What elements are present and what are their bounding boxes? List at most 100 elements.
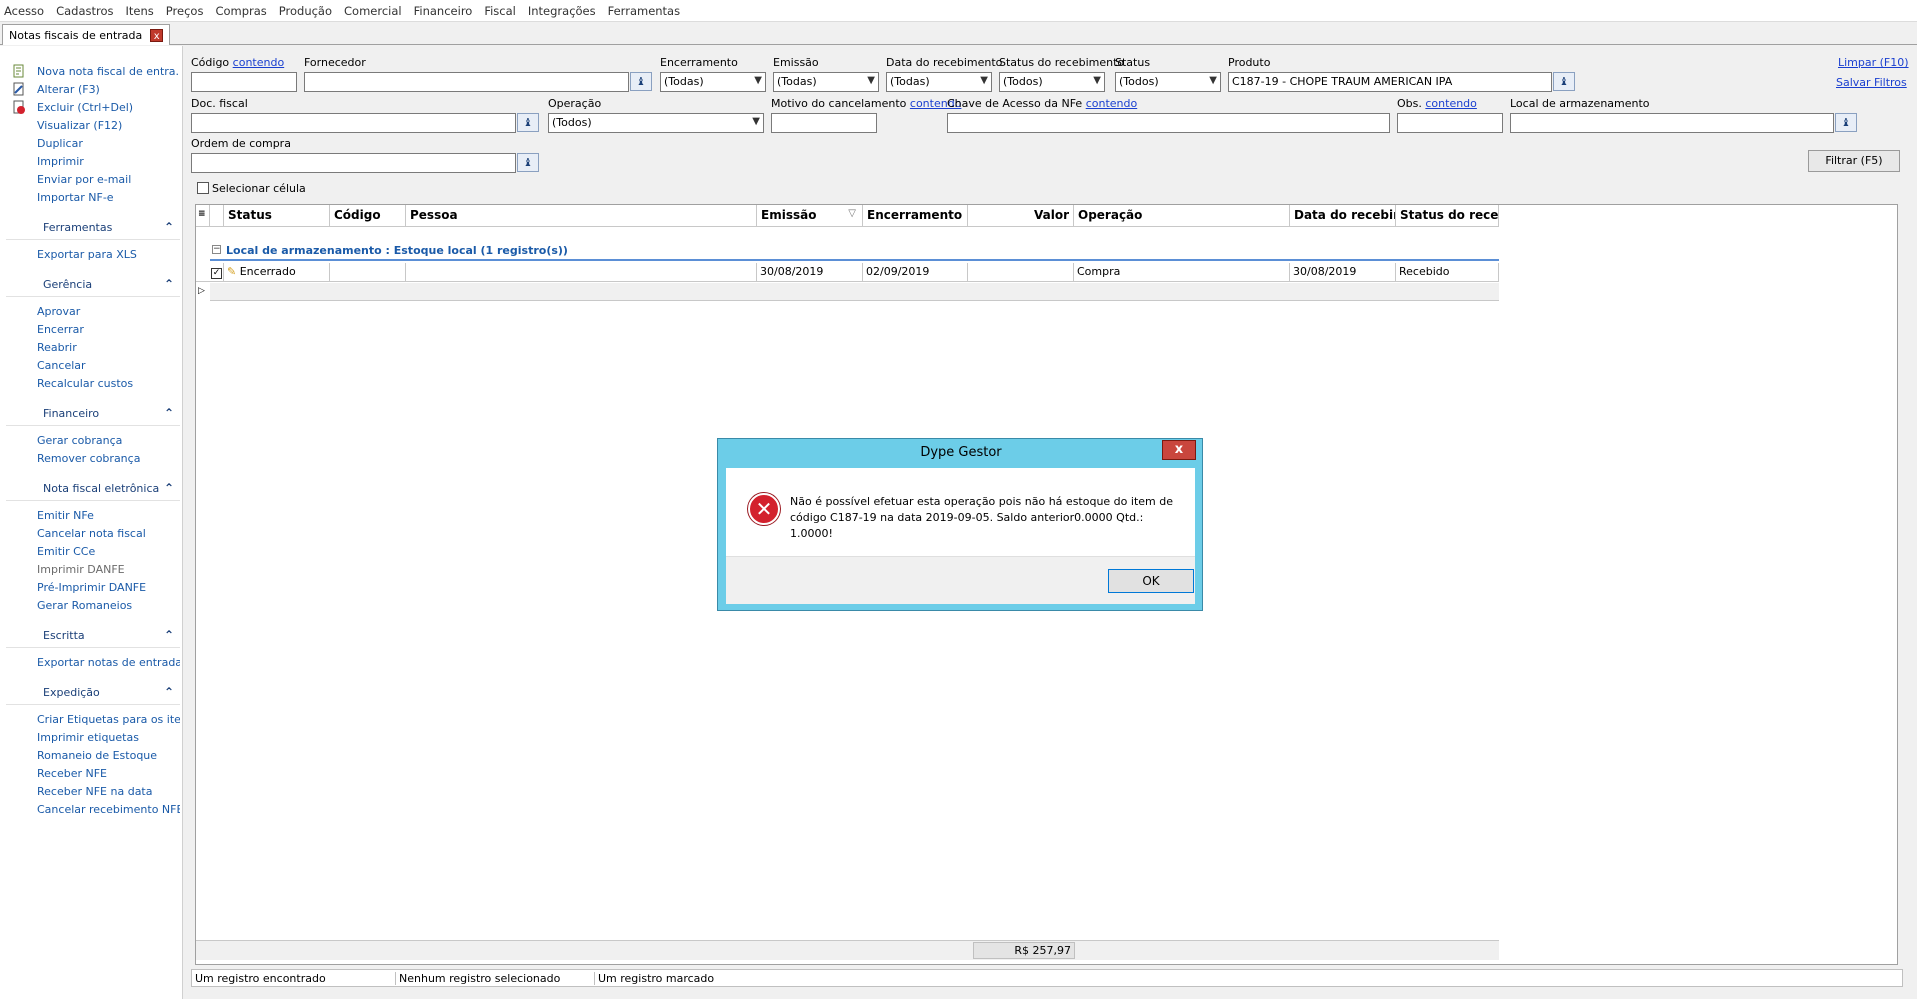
obs-input[interactable] [1397,113,1503,133]
sidebar-section-escritta[interactable]: Escritta ⌃ [6,626,180,648]
row-check-cell[interactable]: ✓ [210,263,224,282]
col-status[interactable]: Status [224,205,330,227]
menu-itens[interactable]: Itens [126,4,154,18]
tab-notas-fiscais[interactable]: Notas fiscais de entrada x [2,24,171,45]
sidebar-item-pre-imprimir-danfe[interactable]: Pré-Imprimir DANFE [37,581,180,594]
sidebar-item-duplicar[interactable]: Duplicar [37,137,180,150]
sidebar-section-expedicao[interactable]: Expedição ⌃ [6,683,180,705]
ordem-compra-input[interactable] [191,153,516,173]
grid-corner-icon[interactable]: ≡ [196,205,210,227]
table-row[interactable]: ✓ ✎ Encerrado 30/08/2019 02/09/2019 Comp… [196,263,1499,282]
sidebar-item-cancelar-nota[interactable]: Cancelar nota fiscal [37,527,180,540]
produto-search-icon[interactable]: ♝ [1553,72,1575,91]
ordem-compra-search-icon[interactable]: ♝ [517,153,539,172]
motivo-input[interactable] [771,113,877,133]
sidebar-item-criar-etiquetas[interactable]: Criar Etiquetas para os ite... [37,713,180,726]
col-encerramento[interactable]: Encerramento [863,205,968,227]
sidebar-section-nfe[interactable]: Nota fiscal eletrônica ⌃ [6,479,180,501]
emissao-select[interactable]: (Todas) ▼ [773,72,879,92]
salvar-filtros-link[interactable]: Salvar Filtros [1836,76,1907,89]
close-icon[interactable]: x [1162,440,1196,460]
col-operacao[interactable]: Operação [1074,205,1290,227]
sidebar-item-excluir[interactable]: Excluir (Ctrl+Del) [37,101,180,114]
col-data-receb[interactable]: Data do recebir [1290,205,1396,227]
col-valor[interactable]: Valor [968,205,1074,227]
sidebar-item-recalcular-custos[interactable]: Recalcular custos [37,377,180,390]
sidebar-item-exportar-xls[interactable]: Exportar para XLS [37,248,180,261]
menu-acesso[interactable]: Acesso [4,4,44,18]
sidebar-section-gerencia[interactable]: Gerência ⌃ [6,275,180,297]
tab-close-icon[interactable]: x [150,28,164,42]
sidebar-item-nova-nota[interactable]: Nova nota fiscal de entra... [37,65,180,78]
sidebar-section-ferramentas[interactable]: Ferramentas ⌃ [6,218,180,240]
limpar-filtros-link[interactable]: Limpar (F10) [1838,56,1909,69]
chevron-up-icon[interactable]: ⌃ [164,406,174,420]
data-receb-select[interactable]: (Todas) ▼ [886,72,992,92]
sidebar-item-emitir-cce[interactable]: Emitir CCe [37,545,180,558]
col-pessoa[interactable]: Pessoa [406,205,757,227]
sidebar-item-exportar-notas[interactable]: Exportar notas de entrada [37,656,180,669]
status-receb-select[interactable]: (Todos) ▼ [999,72,1105,92]
sidebar-section-financeiro[interactable]: Financeiro ⌃ [6,404,180,426]
sidebar-item-encerrar[interactable]: Encerrar [37,323,180,336]
local-search-icon[interactable]: ♝ [1835,113,1857,132]
fornecedor-search-icon[interactable]: ♝ [630,72,652,91]
filtrar-button[interactable]: Filtrar (F5) [1808,150,1900,172]
sidebar-item-importar-nfe[interactable]: Importar NF-e [37,191,180,204]
chave-input[interactable] [947,113,1390,133]
sidebar-item-aprovar[interactable]: Aprovar [37,305,180,318]
sidebar-item-gerar-cobranca[interactable]: Gerar cobrança [37,434,180,447]
chevron-up-icon[interactable]: ⌃ [164,277,174,291]
col-status-receb[interactable]: Status do recel [1396,205,1499,227]
doc-fiscal-search-icon[interactable]: ♝ [517,113,539,132]
sidebar-item-enviar-email[interactable]: Enviar por e-mail [37,173,180,186]
chevron-up-icon[interactable]: ⌃ [164,481,174,495]
menu-comercial[interactable]: Comercial [344,4,402,18]
chevron-up-icon[interactable]: ⌃ [164,628,174,642]
obs-contendo-link[interactable]: contendo [1425,97,1477,110]
menu-cadastros[interactable]: Cadastros [56,4,113,18]
menu-precos[interactable]: Preços [166,4,204,18]
sidebar-item-emitir-nfe[interactable]: Emitir NFe [37,509,180,522]
sidebar-item-cancelar[interactable]: Cancelar [37,359,180,372]
col-emissao[interactable]: Emissão ▽ [757,205,863,227]
status-select[interactable]: (Todos) ▼ [1115,72,1221,92]
menu-producao[interactable]: Produção [279,4,332,18]
sidebar-item-imprimir[interactable]: Imprimir [37,155,180,168]
selecionar-celula-checkbox[interactable] [197,182,209,194]
sidebar-item-gerar-romaneios[interactable]: Gerar Romaneios [37,599,180,612]
check-icon[interactable]: ✓ [211,268,222,279]
chave-contendo-link[interactable]: contendo [1086,97,1138,110]
chevron-up-icon[interactable]: ⌃ [164,220,174,234]
ok-button[interactable]: OK [1108,569,1194,593]
encerramento-select[interactable]: (Todas) ▼ [660,72,766,92]
codigo-contendo-link[interactable]: contendo [233,56,285,69]
operacao-select[interactable]: (Todos) ▼ [548,113,764,133]
col-codigo[interactable]: Código [330,205,406,227]
menu-compras[interactable]: Compras [215,4,266,18]
sidebar-item-imprimir-danfe[interactable]: Imprimir DANFE [37,563,180,576]
sidebar-item-receber-nfe-data[interactable]: Receber NFE na data [37,785,180,798]
group-row[interactable]: − Local de armazenamento : Estoque local… [210,243,1499,261]
sidebar-item-visualizar[interactable]: Visualizar (F12) [37,119,180,132]
menu-ferramentas[interactable]: Ferramentas [608,4,680,18]
sidebar-item-cancelar-recebimento[interactable]: Cancelar recebimento NFE [37,803,180,816]
local-input[interactable] [1510,113,1834,133]
menu-financeiro[interactable]: Financeiro [414,4,473,18]
chevron-up-icon[interactable]: ⌃ [164,685,174,699]
menu-fiscal[interactable]: Fiscal [484,4,516,18]
doc-fiscal-input[interactable] [191,113,516,133]
sidebar-item-reabrir[interactable]: Reabrir [37,341,180,354]
sidebar-item-romaneio-estoque[interactable]: Romaneio de Estoque [37,749,180,762]
status-label: Status [1115,56,1151,69]
sidebar-item-receber-nfe[interactable]: Receber NFE [37,767,180,780]
status-marked: Um registro marcado [594,972,714,985]
collapse-icon[interactable]: − [212,245,221,254]
sidebar-item-imprimir-etiquetas[interactable]: Imprimir etiquetas [37,731,180,744]
sidebar-item-alterar[interactable]: Alterar (F3) [37,83,180,96]
sidebar-item-remover-cobranca[interactable]: Remover cobrança [37,452,180,465]
codigo-input[interactable] [191,72,297,92]
produto-input[interactable]: C187-19 - CHOPE TRAUM AMERICAN IPA [1228,72,1552,92]
fornecedor-input[interactable] [304,72,629,92]
menu-integracoes[interactable]: Integrações [528,4,596,18]
